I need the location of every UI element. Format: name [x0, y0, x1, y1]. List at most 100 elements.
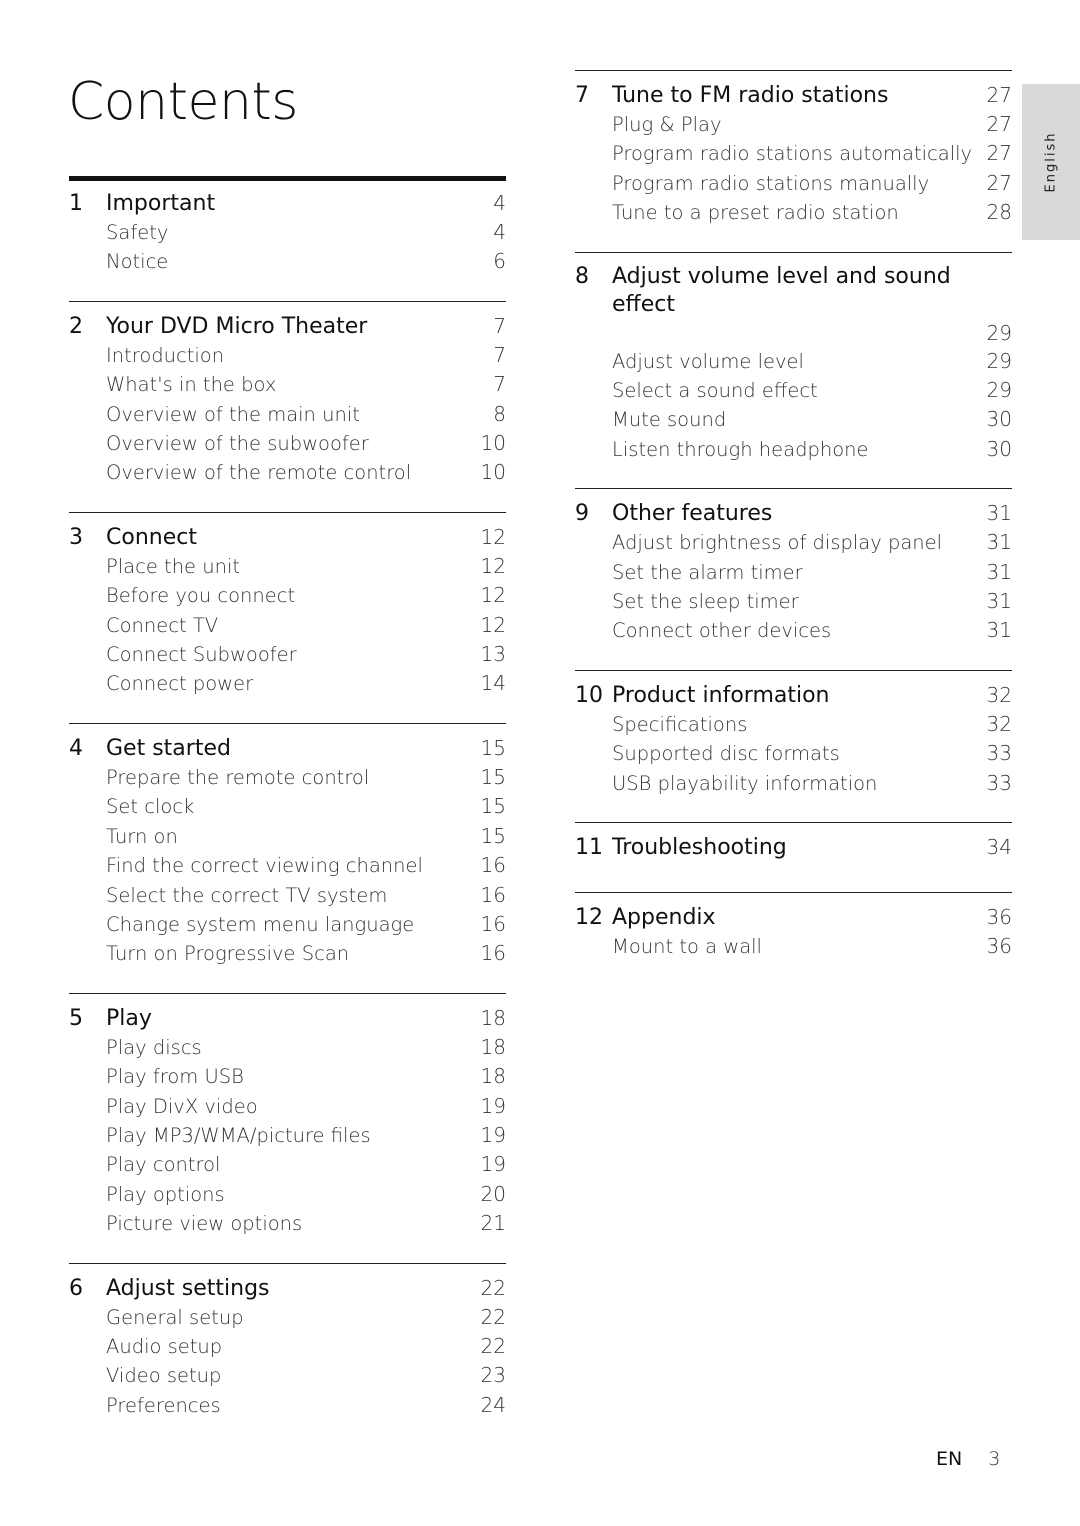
toc-entry[interactable]: Listen through headphone 30	[575, 435, 1012, 464]
toc-entry[interactable]: Select a sound effect 29	[575, 376, 1012, 405]
toc-entry[interactable]: Safety 4	[69, 218, 506, 247]
toc-entry[interactable]: Set the alarm timer 31	[575, 558, 1012, 587]
toc-section-heading[interactable]: 2 Your DVD Micro Theater 7	[69, 312, 506, 341]
toc-entry-label[interactable]: Play control	[106, 1151, 476, 1179]
toc-entry[interactable]: Set the sleep timer 31	[575, 587, 1012, 616]
toc-entry[interactable]: Specifications 32	[575, 710, 1012, 739]
toc-entry[interactable]: Notice 6	[69, 247, 506, 276]
toc-entry[interactable]: Audio setup 22	[69, 1332, 506, 1361]
toc-entry[interactable]: General setup 22	[69, 1303, 506, 1332]
section-title[interactable]: Tune to FM radio stations	[612, 82, 982, 110]
toc-entry-label[interactable]: Before you connect	[106, 582, 476, 610]
toc-entry-label[interactable]: Program radio stations manually	[612, 170, 982, 198]
toc-entry-label[interactable]: Connect power	[106, 670, 476, 698]
toc-entry-label[interactable]: Select the correct TV system	[106, 882, 476, 910]
toc-entry-label[interactable]: Overview of the main unit	[106, 401, 476, 429]
toc-entry-label[interactable]: Supported disc formats	[612, 740, 982, 768]
toc-entry[interactable]: USB playability information 33	[575, 769, 1012, 798]
toc-entry[interactable]: Turn on 15	[69, 822, 506, 851]
toc-entry-label[interactable]: Overview of the subwoofer	[106, 430, 476, 458]
toc-section-heading[interactable]: 11 Troubleshooting 34	[575, 833, 1012, 862]
section-title[interactable]: Adjust settings	[106, 1275, 476, 1303]
toc-entry[interactable]: Turn on Progressive Scan 16	[69, 939, 506, 968]
toc-entry-label[interactable]: Adjust brightness of display panel	[612, 529, 982, 557]
toc-section-heading[interactable]: 5 Play 18	[69, 1004, 506, 1033]
toc-section-heading[interactable]: 6 Adjust settings 22	[69, 1274, 506, 1303]
toc-entry[interactable]: Play discs 18	[69, 1033, 506, 1062]
toc-entry-label[interactable]: Connect Subwoofer	[106, 641, 476, 669]
toc-entry[interactable]: Introduction 7	[69, 341, 506, 370]
toc-entry-label[interactable]: Turn on Progressive Scan	[106, 940, 476, 968]
toc-entry-label[interactable]: Mute sound	[612, 406, 982, 434]
toc-section-heading[interactable]: 3 Connect 12	[69, 523, 506, 552]
toc-section-heading[interactable]: 10 Product information 32	[575, 681, 1012, 710]
toc-entry[interactable]: Program radio stations automatically 27	[575, 139, 1012, 168]
toc-entry[interactable]: What's in the box 7	[69, 370, 506, 399]
toc-entry[interactable]: Connect Subwoofer 13	[69, 640, 506, 669]
toc-entry[interactable]: Picture view options 21	[69, 1209, 506, 1238]
toc-entry-label[interactable]: Mount to a wall	[612, 933, 982, 961]
toc-entry-label[interactable]: General setup	[106, 1304, 476, 1332]
toc-entry[interactable]: Mount to a wall 36	[575, 932, 1012, 961]
toc-entry-label[interactable]: Safety	[106, 219, 476, 247]
toc-section-heading[interactable]: 8 Adjust volume level and sound effect	[575, 263, 1012, 319]
toc-entry-label[interactable]: Tune to a preset radio station	[612, 199, 982, 227]
toc-entry-label[interactable]: Listen through headphone	[612, 436, 982, 464]
section-title[interactable]: Other features	[612, 500, 982, 528]
toc-entry-label[interactable]: Audio setup	[106, 1333, 476, 1361]
section-title[interactable]: Connect	[106, 524, 476, 552]
toc-entry[interactable]: Overview of the main unit 8	[69, 400, 506, 429]
toc-entry-label[interactable]: Specifications	[612, 711, 982, 739]
toc-entry[interactable]: Play MP3/WMA/picture files 19	[69, 1121, 506, 1150]
section-title[interactable]: Get started	[106, 735, 476, 763]
toc-entry-label[interactable]: Overview of the remote control	[106, 459, 476, 487]
toc-entry-label[interactable]: Picture view options	[106, 1210, 476, 1238]
toc-entry-label[interactable]: Set clock	[106, 793, 476, 821]
toc-entry-label[interactable]: Set the alarm timer	[612, 559, 982, 587]
section-title[interactable]: Troubleshooting	[612, 834, 982, 862]
toc-entry[interactable]: Play from USB 18	[69, 1062, 506, 1091]
toc-entry[interactable]: Play DivX video 19	[69, 1092, 506, 1121]
toc-entry-label[interactable]: Set the sleep timer	[612, 588, 982, 616]
toc-entry-label[interactable]: Program radio stations automatically	[612, 140, 982, 168]
toc-section-heading[interactable]: 9 Other features 31	[575, 499, 1012, 528]
section-title[interactable]: Your DVD Micro Theater	[106, 313, 476, 341]
toc-entry[interactable]: Select the correct TV system 16	[69, 881, 506, 910]
toc-entry[interactable]: Mute sound 30	[575, 405, 1012, 434]
toc-entry[interactable]: Set clock 15	[69, 792, 506, 821]
toc-entry-label[interactable]: Play from USB	[106, 1063, 476, 1091]
toc-entry-label[interactable]: Connect other devices	[612, 617, 982, 645]
toc-entry-label[interactable]: Play discs	[106, 1034, 476, 1062]
toc-entry-label[interactable]: Plug & Play	[612, 111, 982, 139]
toc-entry[interactable]: Play options 20	[69, 1180, 506, 1209]
toc-entry-label[interactable]: Play MP3/WMA/picture files	[106, 1122, 476, 1150]
toc-section-heading[interactable]: 4 Get started 15	[69, 734, 506, 763]
toc-entry[interactable]: Find the correct viewing channel 16	[69, 851, 506, 880]
section-title[interactable]: Appendix	[612, 904, 982, 932]
toc-section-heading[interactable]: 12 Appendix 36	[575, 903, 1012, 932]
toc-entry[interactable]: Play control 19	[69, 1150, 506, 1179]
toc-entry-label[interactable]: Turn on	[106, 823, 476, 851]
toc-entry[interactable]: Plug & Play 27	[575, 110, 1012, 139]
toc-entry-label[interactable]: Connect TV	[106, 612, 476, 640]
toc-entry[interactable]: Program radio stations manually 27	[575, 169, 1012, 198]
toc-entry-label[interactable]: Adjust volume level	[612, 348, 982, 376]
toc-entry-label[interactable]: Prepare the remote control	[106, 764, 476, 792]
toc-entry-label[interactable]: Play DivX video	[106, 1093, 476, 1121]
toc-section-heading[interactable]: 1 Important 4	[69, 189, 506, 218]
toc-entry[interactable]: Place the unit 12	[69, 552, 506, 581]
toc-entry-label[interactable]: Change system menu language	[106, 911, 476, 939]
toc-entry[interactable]: Tune to a preset radio station 28	[575, 198, 1012, 227]
toc-entry[interactable]: Connect power 14	[69, 669, 506, 698]
toc-entry[interactable]: Overview of the subwoofer 10	[69, 429, 506, 458]
toc-entry[interactable]: Connect other devices 31	[575, 616, 1012, 645]
toc-entry-label[interactable]: Video setup	[106, 1362, 476, 1390]
section-title[interactable]: Play	[106, 1005, 476, 1033]
toc-section-heading[interactable]: 7 Tune to FM radio stations 27	[575, 81, 1012, 110]
toc-entry-label[interactable]: What's in the box	[106, 371, 476, 399]
toc-entry[interactable]: Before you connect 12	[69, 581, 506, 610]
toc-entry-label[interactable]: Find the correct viewing channel	[106, 852, 476, 880]
toc-entry[interactable]: Overview of the remote control 10	[69, 458, 506, 487]
toc-entry-label[interactable]: Notice	[106, 248, 476, 276]
toc-entry-label[interactable]: Play options	[106, 1181, 476, 1209]
